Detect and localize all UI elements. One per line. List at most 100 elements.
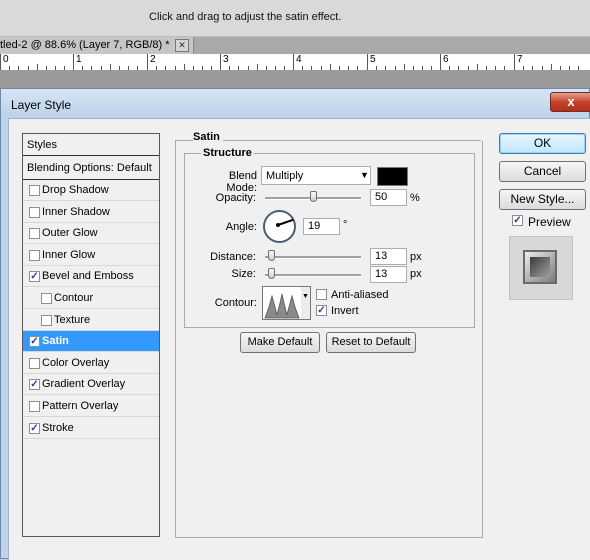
ruler-major-tick [73,54,74,70]
close-tab-icon[interactable]: ✕ [175,39,189,52]
style-item-contour[interactable]: Contour [23,288,159,309]
opacity-input[interactable]: 50 [370,189,407,206]
invert-checkbox[interactable]: ✓ [316,305,327,316]
angle-dial[interactable] [263,210,296,243]
dialog-titlebar[interactable] [1,89,589,117]
ruler-minor-tick [431,66,433,70]
ok-button[interactable]: OK [499,133,586,154]
ruler-major-tick [293,54,294,70]
bevel-and-emboss-checkbox[interactable]: ✓ [29,271,40,283]
ruler-number: 1 [76,54,82,65]
distance-slider-track[interactable] [265,256,361,259]
inner-glow-checkbox[interactable] [29,249,40,261]
ruler-minor-tick [532,66,534,70]
cancel-button[interactable]: Cancel [499,161,586,182]
ruler-minor-tick [109,64,111,70]
size-input[interactable]: 13 [370,266,407,283]
ruler-number: 2 [150,54,156,65]
horizontal-ruler[interactable]: 0 1 2 3 4 5 6 7 [0,54,590,71]
ruler-major-tick [514,54,515,70]
angle-input[interactable]: 19 [303,218,340,235]
ruler-minor-tick [458,66,460,70]
style-item-stroke[interactable]: ✓ Stroke [23,418,159,439]
blend-mode-value: Multiply [266,170,304,182]
ruler-minor-tick [449,66,451,70]
blending-options-item[interactable]: Blending Options: Default [23,156,159,180]
satin-label: Satin [42,335,69,348]
angle-unit: ° [343,219,348,231]
ruler-minor-tick [467,66,469,70]
color-overlay-checkbox[interactable] [29,357,40,369]
style-item-inner-shadow[interactable]: Inner Shadow [23,202,159,223]
distance-slider-thumb[interactable] [267,250,275,261]
angle-label: Angle: [225,221,257,233]
blend-mode-label: Blend Mode: [226,170,257,194]
ruler-minor-tick [9,66,11,70]
style-item-bevel-and-emboss[interactable]: ✓ Bevel and Emboss [23,266,159,288]
contour-label: Contour: [214,297,257,309]
size-slider-thumb[interactable] [267,268,275,279]
ruler-minor-tick [64,66,66,70]
ruler-minor-tick [403,64,405,70]
size-slider-track[interactable] [265,274,361,277]
new-style-button[interactable]: New Style... [499,189,586,210]
style-item-gradient-overlay[interactable]: ✓ Gradient Overlay [23,374,159,396]
contour-checkbox[interactable] [41,293,52,304]
ruler-minor-tick [504,66,506,70]
ruler-number: 4 [296,54,302,65]
ruler-minor-tick [137,66,139,70]
anti-aliased-label: Anti-aliased [331,289,389,301]
drop-shadow-label: Drop Shadow [42,184,109,196]
contour-picker[interactable] [262,286,302,320]
ruler-minor-tick [229,66,231,70]
style-item-texture[interactable]: Texture [23,310,159,331]
ruler-minor-tick [36,64,38,70]
invert-label: Invert [331,305,359,317]
ruler-minor-tick [27,66,29,70]
ruler-minor-tick [413,66,414,70]
ruler-number: 0 [3,54,9,65]
styles-header-label: Styles [27,139,57,151]
make-default-button[interactable]: Make Default [240,332,320,353]
style-item-inner-glow[interactable]: Inner Glow [23,245,159,266]
style-item-drop-shadow[interactable]: Drop Shadow [23,180,159,201]
ruler-minor-tick [128,66,130,70]
document-tab-title: tled-2 @ 88.6% (Layer 7, RGB/8) * [0,39,170,51]
anti-aliased-checkbox[interactable] [316,289,327,300]
angle-dial-center [276,223,280,227]
drop-shadow-checkbox[interactable] [29,185,40,196]
ruler-minor-tick [46,66,47,70]
ruler-minor-tick [486,66,487,70]
style-item-outer-glow[interactable]: Outer Glow [23,223,159,245]
distance-input[interactable]: 13 [370,248,407,265]
satin-color-swatch[interactable] [377,167,408,186]
style-item-color-overlay[interactable]: Color Overlay [23,353,159,374]
styles-header[interactable]: Styles [23,134,159,156]
opacity-slider-thumb[interactable] [310,191,317,202]
satin-checkbox[interactable]: ✓ [29,336,40,348]
ruler-minor-tick [348,66,350,70]
reset-to-default-button[interactable]: Reset to Default [326,332,416,353]
pattern-overlay-checkbox[interactable] [29,401,40,412]
outer-glow-checkbox[interactable] [29,228,40,240]
ruler-minor-tick [385,66,387,70]
style-item-pattern-overlay[interactable]: Pattern Overlay [23,396,159,417]
blending-options-label: Blending Options: Default [27,162,152,174]
inner-shadow-checkbox[interactable] [29,206,40,218]
opacity-label: Opacity: [215,192,256,204]
texture-checkbox[interactable] [41,314,52,326]
ruler-number: 5 [370,54,376,65]
close-dialog-button[interactable]: x [550,92,590,112]
preview-tile-inner [530,257,550,277]
ruler-minor-tick [183,64,185,70]
stroke-checkbox[interactable]: ✓ [29,422,40,434]
gradient-overlay-checkbox[interactable]: ✓ [29,379,40,391]
gradient-overlay-label: Gradient Overlay [42,378,126,391]
style-item-satin[interactable]: ✓ Satin [23,331,159,353]
preview-checkbox[interactable]: ✓ [512,215,523,226]
distance-unit: px [410,251,422,263]
contour-dropdown-arrow-icon[interactable]: ▼ [301,286,311,320]
satin-group-title: Satin [193,131,223,143]
ruler-minor-tick [422,66,424,70]
texture-label: Texture [54,313,91,326]
